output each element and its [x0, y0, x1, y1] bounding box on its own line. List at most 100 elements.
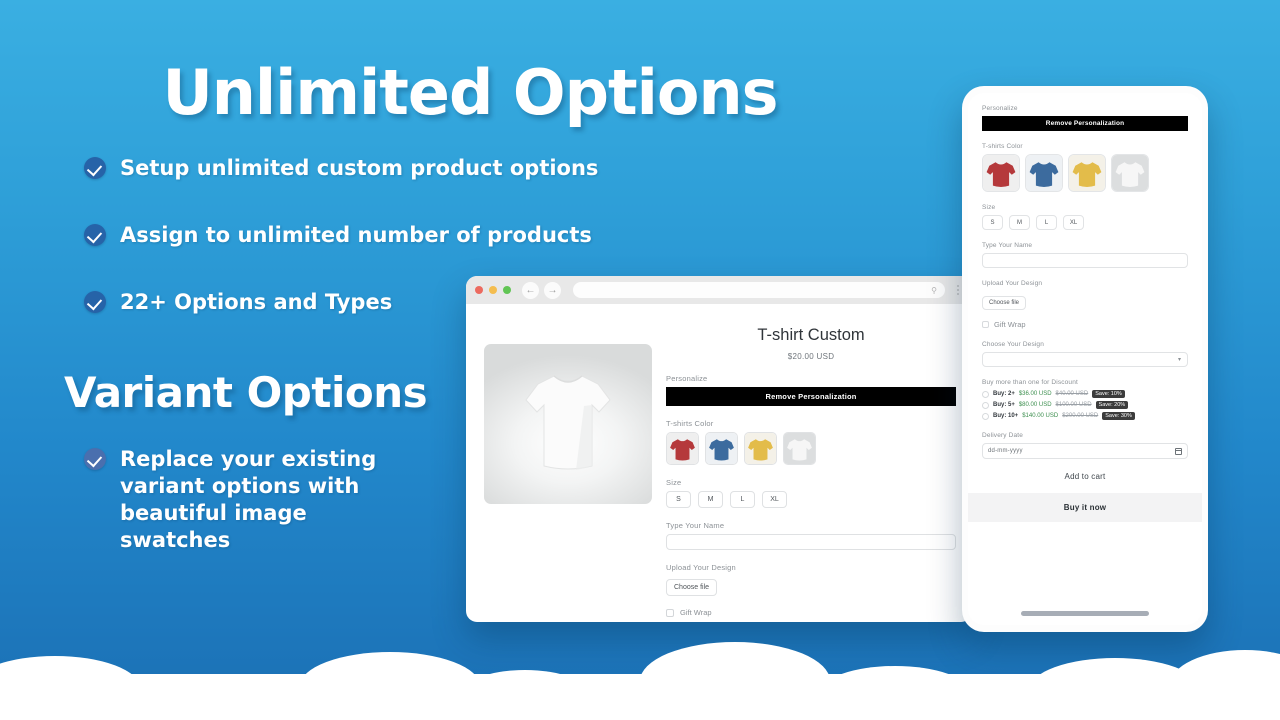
- list-item-label: Assign to unlimited number of products: [120, 222, 592, 247]
- mobile-design-select[interactable]: ▾: [982, 352, 1188, 367]
- mobile-size-option-l[interactable]: L: [1036, 215, 1057, 230]
- mobile-size-option-s[interactable]: S: [982, 215, 1003, 230]
- mobile-remove-personalization-button[interactable]: Remove Personalization: [982, 116, 1188, 131]
- product-page: T-shirt Custom $20.00 USD Personalize Re…: [466, 304, 972, 617]
- cloud-puff: [1170, 650, 1280, 720]
- name-label: Type Your Name: [666, 521, 725, 530]
- mobile-add-to-cart-button[interactable]: Add to cart: [982, 459, 1188, 493]
- mobile-delivery-label: Delivery Date: [982, 432, 1023, 439]
- discount-new-price: $36.00 USD: [1018, 391, 1052, 397]
- upload-label: Upload Your Design: [666, 563, 736, 572]
- size-option-s[interactable]: S: [666, 491, 691, 508]
- mobile-name-label: Type Your Name: [982, 242, 1033, 249]
- discount-qty: Buy: 2+: [993, 391, 1015, 397]
- name-input[interactable]: [666, 534, 956, 550]
- mobile-size-button-group: S M L XL: [982, 215, 1188, 230]
- check-circle-icon: [84, 448, 106, 470]
- discount-option-row[interactable]: Buy: 2+ $36.00 USD $40.00 USD Save: 10%: [982, 390, 1188, 398]
- discount-qty: Buy: 5+: [993, 402, 1015, 408]
- mobile-discount-label: Buy more than one for Discount: [982, 379, 1078, 386]
- minimize-window-button[interactable]: [489, 286, 497, 294]
- size-option-l[interactable]: L: [730, 491, 755, 508]
- list-item: Assign to unlimited number of products: [84, 222, 644, 249]
- discount-save-badge: Save: 30%: [1102, 412, 1135, 420]
- check-circle-icon: [84, 157, 106, 179]
- list-item: Replace your existing variant options wi…: [84, 446, 414, 554]
- discount-old-price: $100.00 USD: [1055, 402, 1092, 408]
- size-label: Size: [666, 478, 682, 487]
- size-option-m[interactable]: M: [698, 491, 723, 508]
- product-gallery: [484, 318, 656, 617]
- color-swatch-red[interactable]: [666, 432, 699, 465]
- discount-radio[interactable]: [982, 401, 989, 409]
- mobile-color-swatch-white[interactable]: [1111, 154, 1149, 192]
- product-price: $20.00 USD: [787, 352, 835, 361]
- discount-option-row[interactable]: Buy: 5+ $80.00 USD $100.00 USD Save: 20%: [982, 401, 1188, 409]
- maximize-window-button[interactable]: [503, 286, 511, 294]
- mobile-upload-label: Upload Your Design: [982, 280, 1043, 287]
- mobile-color-swatch-red[interactable]: [982, 154, 1020, 192]
- list-item-label: 22+ Options and Types: [120, 289, 393, 314]
- mobile-color-swatch-blue[interactable]: [1025, 154, 1063, 192]
- address-bar[interactable]: ⚲: [573, 282, 945, 298]
- cloud-puff: [640, 642, 830, 720]
- mobile-buy-it-now-button[interactable]: Buy it now: [968, 493, 1202, 522]
- date-placeholder: dd-mm-yyyy: [988, 448, 1023, 454]
- close-window-button[interactable]: [475, 286, 483, 294]
- mobile-design-label: Choose Your Design: [982, 341, 1044, 348]
- list-item: Setup unlimited custom product options: [84, 155, 644, 182]
- discount-save-badge: Save: 20%: [1095, 401, 1129, 409]
- color-swatch-blue[interactable]: [705, 432, 738, 465]
- list-item-label: Replace your existing variant options wi…: [120, 447, 377, 552]
- check-circle-icon: [84, 223, 106, 246]
- discount-old-price: $200.00 USD: [1062, 413, 1099, 419]
- color-label: T-shirts Color: [666, 419, 714, 428]
- discount-option-row[interactable]: Buy: 10+ $140.00 USD $200.00 USD Save: 3…: [982, 412, 1188, 420]
- browser-titlebar: ← → ⚲: [466, 276, 972, 304]
- product-title: T-shirt Custom: [757, 326, 865, 344]
- mobile-color-swatch-yellow[interactable]: [1068, 154, 1106, 192]
- discount-radio[interactable]: [982, 390, 989, 398]
- chevron-down-icon: ▾: [1177, 357, 1181, 363]
- discount-save-badge: Save: 10%: [1092, 390, 1125, 398]
- choose-file-button[interactable]: Choose file: [666, 579, 718, 596]
- mobile-size-label: Size: [982, 204, 996, 211]
- mobile-gift-wrap-label: Gift Wrap: [994, 320, 1026, 329]
- arrow-right-icon[interactable]: →: [544, 281, 561, 299]
- product-image: [484, 344, 652, 504]
- mobile-size-option-m[interactable]: M: [1009, 215, 1030, 230]
- variant-feature-list: Replace your existing variant options wi…: [84, 446, 414, 554]
- product-details: T-shirt Custom $20.00 USD Personalize Re…: [656, 318, 956, 617]
- cloud-puff: [300, 652, 480, 720]
- cloud-decoration: [0, 610, 1280, 720]
- color-swatch-white[interactable]: [783, 432, 816, 465]
- discount-old-price: $40.00 USD: [1055, 391, 1089, 397]
- size-button-group: S M L XL: [666, 491, 956, 508]
- discount-new-price: $140.00 USD: [1022, 413, 1059, 419]
- mobile-delivery-date-input[interactable]: dd-mm-yyyy: [982, 443, 1188, 459]
- mobile-screen: Personalize Remove Personalization T-shi…: [968, 93, 1202, 625]
- mobile-choose-file-button[interactable]: Choose file: [982, 296, 1027, 310]
- section-title: Variant Options: [64, 368, 428, 417]
- calendar-icon[interactable]: [1175, 447, 1182, 455]
- mobile-name-input[interactable]: [982, 253, 1188, 268]
- color-swatch-yellow[interactable]: [744, 432, 777, 465]
- mobile-device-mockup: Personalize Remove Personalization T-shi…: [962, 86, 1208, 632]
- list-item-label: Setup unlimited custom product options: [120, 156, 599, 180]
- discount-radio[interactable]: [982, 412, 989, 420]
- remove-personalization-button[interactable]: Remove Personalization: [666, 387, 956, 406]
- cloud-puff: [110, 678, 230, 720]
- search-icon: ⚲: [931, 285, 937, 295]
- mobile-gift-wrap-checkbox[interactable]: [982, 321, 989, 328]
- discount-new-price: $80.00 USD: [1018, 402, 1052, 408]
- discount-qty: Buy: 10+: [993, 413, 1019, 419]
- tshirt-illustration: [525, 375, 611, 470]
- personalize-label: Personalize: [666, 374, 708, 383]
- arrow-left-icon[interactable]: ←: [522, 281, 539, 299]
- mobile-color-swatch-group: [982, 154, 1188, 192]
- mobile-size-option-xl[interactable]: XL: [1063, 215, 1084, 230]
- mobile-color-label: T-shirts Color: [982, 143, 1023, 150]
- mobile-gift-wrap-row[interactable]: Gift Wrap: [982, 320, 1188, 329]
- size-option-xl[interactable]: XL: [762, 491, 787, 508]
- mobile-personalize-label: Personalize: [982, 105, 1018, 112]
